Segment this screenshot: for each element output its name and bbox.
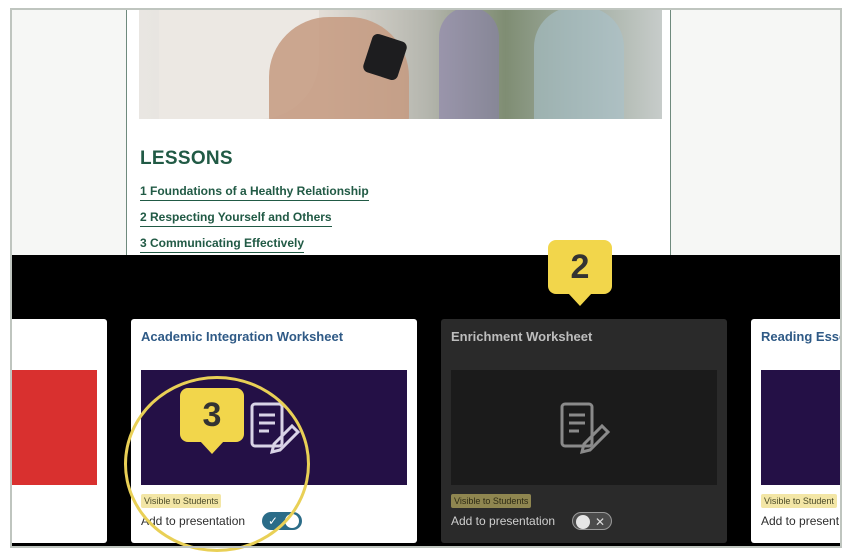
document-edit-icon: [560, 402, 611, 454]
lesson-link-3[interactable]: 3 Communicating Effectively: [140, 236, 305, 253]
lessons-heading: LESSONS: [140, 148, 233, 169]
resource-card-reading-essentials[interactable]: Reading Esse Visible to Student Add to p…: [751, 319, 841, 543]
resource-card-enrichment[interactable]: Enrichment Worksheet Visible to Students…: [441, 319, 727, 543]
visibility-badge: Visible to Student: [761, 494, 837, 508]
visibility-badge: Visible to Students: [451, 494, 532, 508]
add-to-presentation-label: Add to presentation: [451, 514, 556, 528]
card-thumbnail[interactable]: [451, 370, 717, 485]
callout-marker-2: 2: [548, 240, 612, 306]
lesson-link-2[interactable]: 2 Respecting Yourself and Others: [140, 210, 332, 227]
add-to-presentation-label: Add to present: [761, 514, 840, 528]
highlight-circle: [124, 376, 310, 552]
background-person-1: [439, 9, 499, 119]
toggle-knob: [576, 515, 590, 529]
hero-image: [139, 9, 662, 119]
card-title[interactable]: Academic Integration Worksheet: [141, 329, 343, 344]
card-title[interactable]: Enrichment Worksheet: [451, 329, 592, 344]
background-person-2: [534, 9, 624, 119]
card-title[interactable]: Reading Esse: [761, 329, 841, 344]
document-page: LESSONS 1 Foundations of a Healthy Relat…: [126, 9, 671, 257]
add-to-presentation-toggle[interactable]: ✕: [572, 512, 612, 530]
card-thumbnail[interactable]: [761, 370, 841, 485]
x-icon: ✕: [594, 515, 605, 529]
card-thumbnail: [11, 370, 97, 485]
resource-card-previous[interactable]: [11, 319, 107, 543]
lesson-link-1[interactable]: 1 Foundations of a Healthy Relationship: [140, 184, 369, 201]
document-viewer: LESSONS 1 Foundations of a Healthy Relat…: [11, 9, 841, 257]
